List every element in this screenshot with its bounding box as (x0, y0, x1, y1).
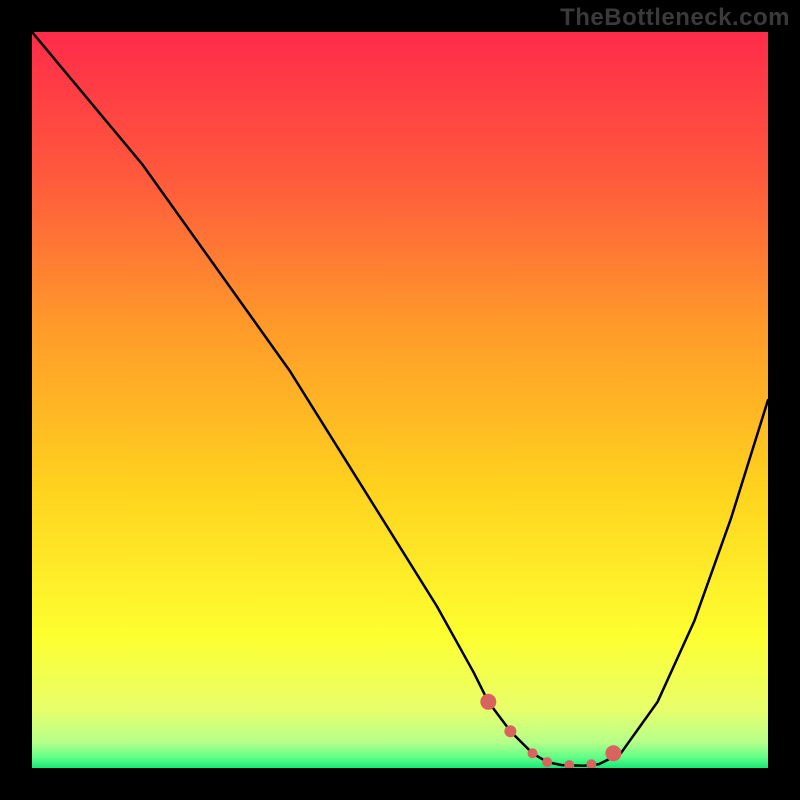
optimal-marker (586, 759, 596, 768)
optimal-marker (605, 745, 621, 761)
optimal-marker (542, 757, 552, 767)
optimal-marker (528, 748, 538, 758)
plot-area (32, 32, 768, 768)
optimal-marker (504, 725, 516, 737)
marker-layer (32, 32, 768, 768)
chart-frame: TheBottleneck.com (0, 0, 800, 800)
optimal-marker (480, 694, 496, 710)
optimal-marker (564, 760, 574, 768)
watermark-text: TheBottleneck.com (560, 4, 790, 32)
